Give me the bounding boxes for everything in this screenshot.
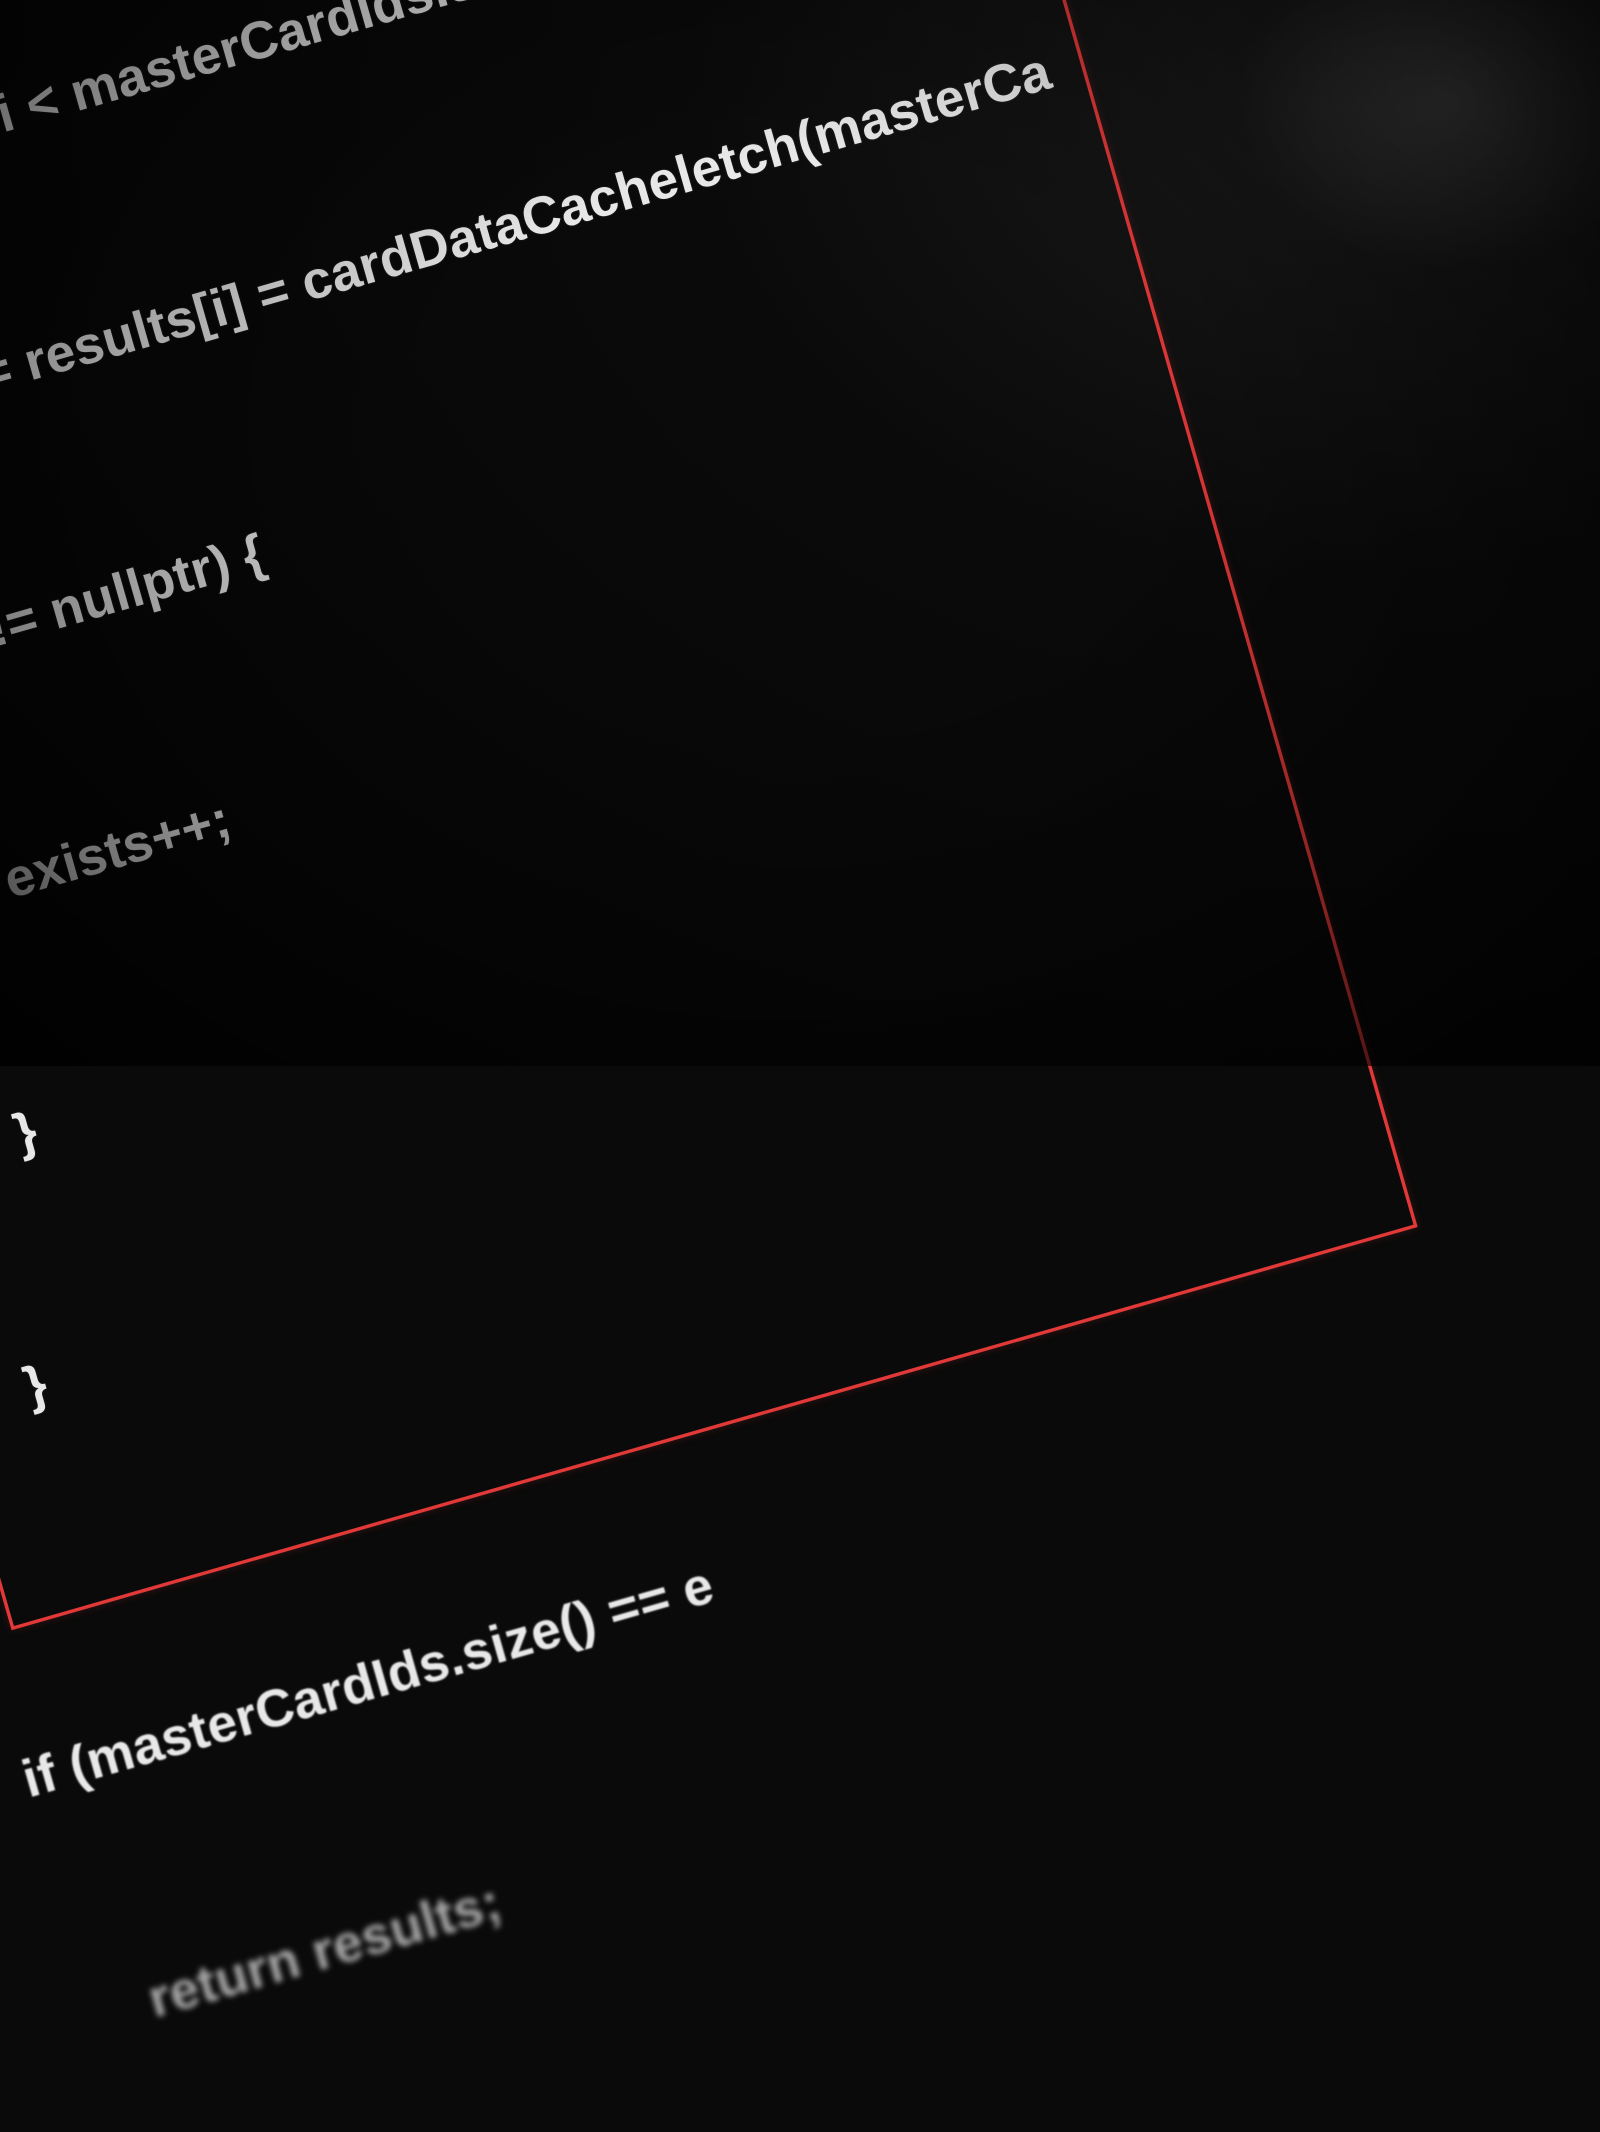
code-text: return results;	[141, 1871, 507, 2029]
code-text: if (p != nullptr) {	[0, 522, 271, 689]
code-text: }	[7, 1099, 44, 1162]
code-block: ardModek::getMasterCardDatasBy vector<Ca…	[0, 0, 1600, 2132]
code-text: exists++;	[0, 788, 237, 910]
code-editor-viewport: ardModek::getMasterCardDatasBy vector<Ca…	[0, 0, 1600, 1066]
code-container: ardModek::getMasterCardDatasBy vector<Ca…	[0, 0, 1600, 2132]
highlight-box: for (int i = 0; i < masterCardIds.size()…	[0, 0, 1418, 1630]
code-text: }	[17, 1352, 54, 1415]
